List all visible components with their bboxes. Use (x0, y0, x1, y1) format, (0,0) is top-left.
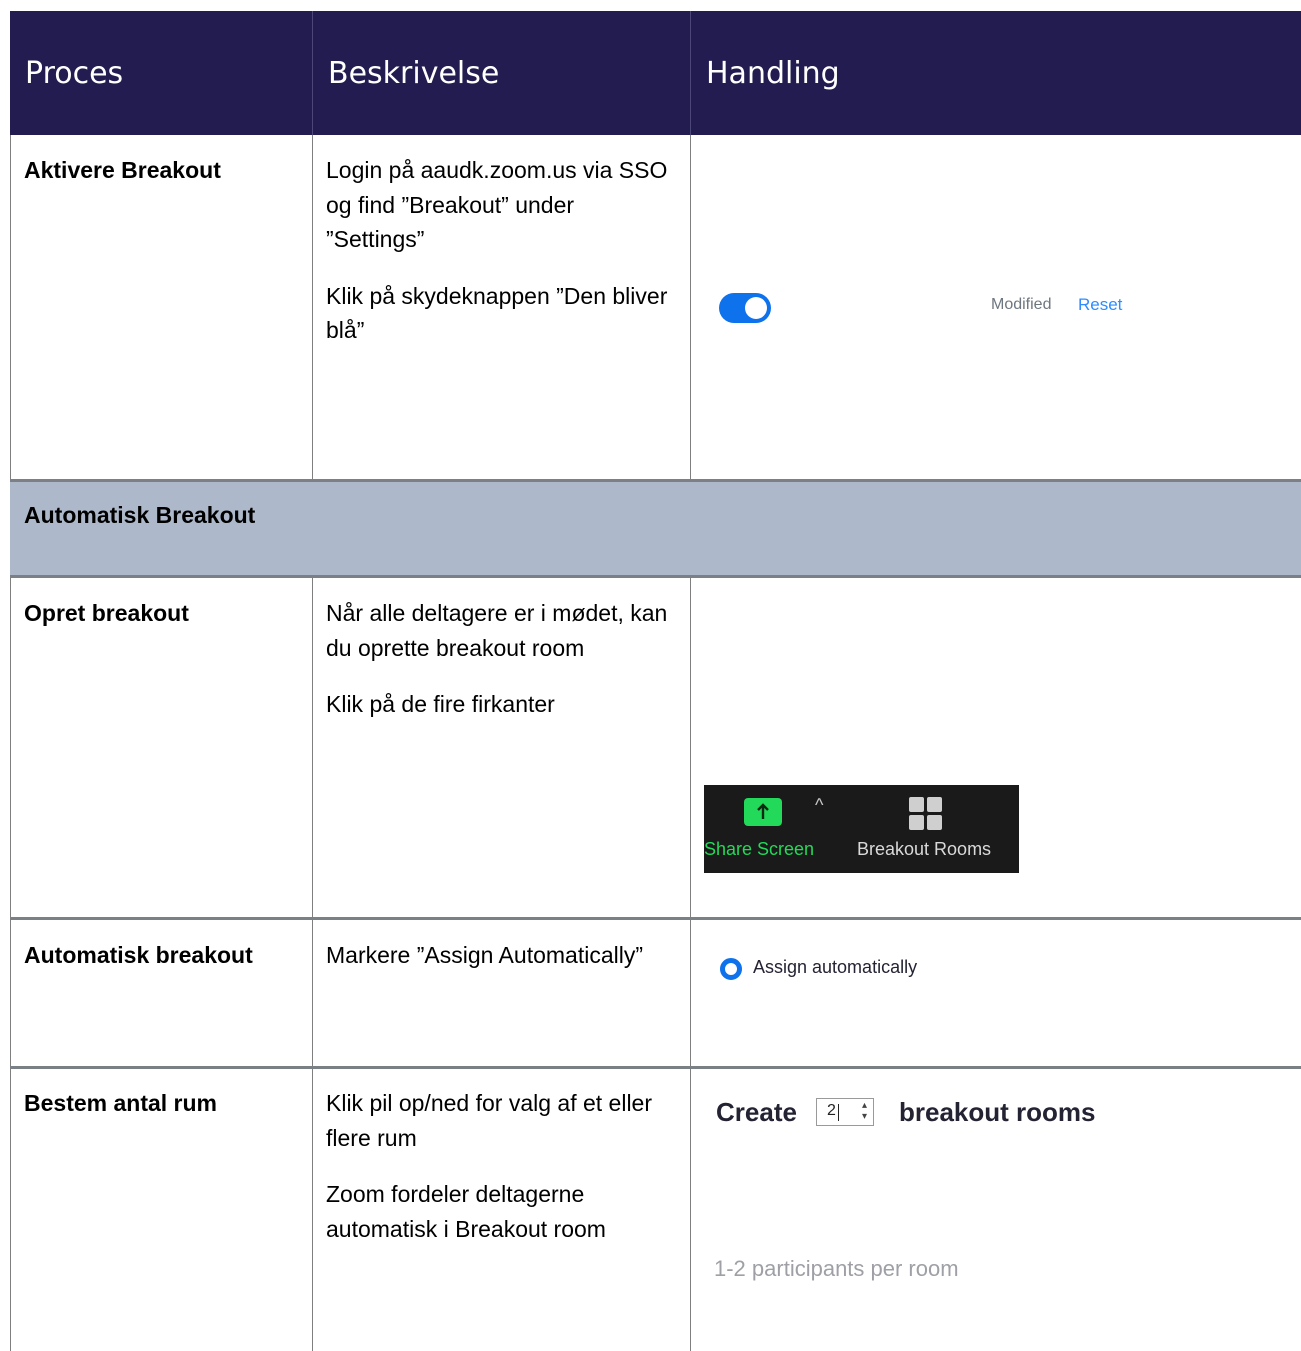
row-proces: Automatisk breakout (24, 942, 253, 968)
row-divider (10, 1066, 1301, 1069)
zoom-toolbar: ^ Share Screen Breakout Rooms (704, 785, 1019, 873)
row-description: Login på aaudk.zoom.us via SSO og find ”… (326, 153, 676, 370)
column-divider (312, 576, 313, 1351)
header-handling: Handling (706, 55, 840, 91)
table-header: Proces Beskrivelse Handling (10, 11, 1301, 135)
assign-automatically-radio[interactable] (720, 958, 742, 980)
column-divider (690, 135, 691, 482)
description-paragraph: Login på aaudk.zoom.us via SSO og find ”… (326, 157, 668, 252)
row-description: Markere ”Assign Automatically” (326, 938, 666, 995)
stepper-arrows-icon[interactable]: ▴ ▾ (862, 1100, 867, 1122)
row-proces: Aktivere Breakout (24, 157, 221, 183)
row-proces: Opret breakout (24, 600, 189, 626)
row-divider (10, 917, 1301, 920)
breakout-rooms-suffix: breakout rooms (899, 1097, 1096, 1127)
toggle-knob (745, 297, 767, 319)
description-paragraph: Klik pil op/ned for valg af et eller fle… (326, 1090, 653, 1151)
column-divider (312, 135, 313, 482)
description-paragraph: Zoom fordeler deltagerne automatisk i Br… (326, 1181, 606, 1242)
share-options-caret-icon[interactable]: ^ (815, 795, 823, 816)
assign-automatically-label[interactable]: Assign automatically (753, 957, 917, 978)
breakout-rooms-label[interactable]: Breakout Rooms (857, 839, 991, 860)
header-beskrivelse: Beskrivelse (328, 55, 500, 91)
table-border-left (10, 576, 11, 1351)
room-count-value[interactable]: 2 (827, 1102, 836, 1120)
description-paragraph: Klik på de fire firkanter (326, 691, 555, 717)
room-count-stepper[interactable]: 2 ▴ ▾ (816, 1098, 874, 1126)
instruction-table: Proces Beskrivelse Handling Aktivere Bre… (0, 0, 1301, 1351)
row-proces: Bestem antal rum (24, 1090, 218, 1116)
row-description: Klik pil op/ned for valg af et eller fle… (326, 1086, 678, 1268)
description-paragraph: Når alle deltagere er i mødet, kan du op… (326, 600, 668, 661)
table-border-left (10, 135, 11, 482)
participants-per-room: 1-2 participants per room (714, 1256, 959, 1281)
share-screen-label[interactable]: Share Screen (704, 839, 814, 860)
section-title: Automatisk Breakout (24, 502, 256, 528)
share-screen-icon[interactable] (744, 798, 782, 826)
section-band: Automatisk Breakout (10, 482, 1301, 576)
header-proces: Proces (25, 55, 124, 91)
row-divider (10, 575, 1301, 578)
text-cursor (838, 1104, 839, 1121)
reset-link[interactable]: Reset (1078, 295, 1122, 315)
create-label: Create (716, 1097, 797, 1127)
breakout-rooms-grid-icon[interactable] (909, 797, 942, 830)
breakout-toggle[interactable] (719, 293, 771, 323)
description-paragraph: Markere ”Assign Automatically” (326, 942, 643, 968)
modified-label: Modified (991, 296, 1052, 313)
row-description: Når alle deltagere er i mødet, kan du op… (326, 596, 676, 744)
column-divider (690, 576, 691, 1351)
description-paragraph: Klik på skydeknappen ”Den bliver blå” (326, 282, 668, 344)
